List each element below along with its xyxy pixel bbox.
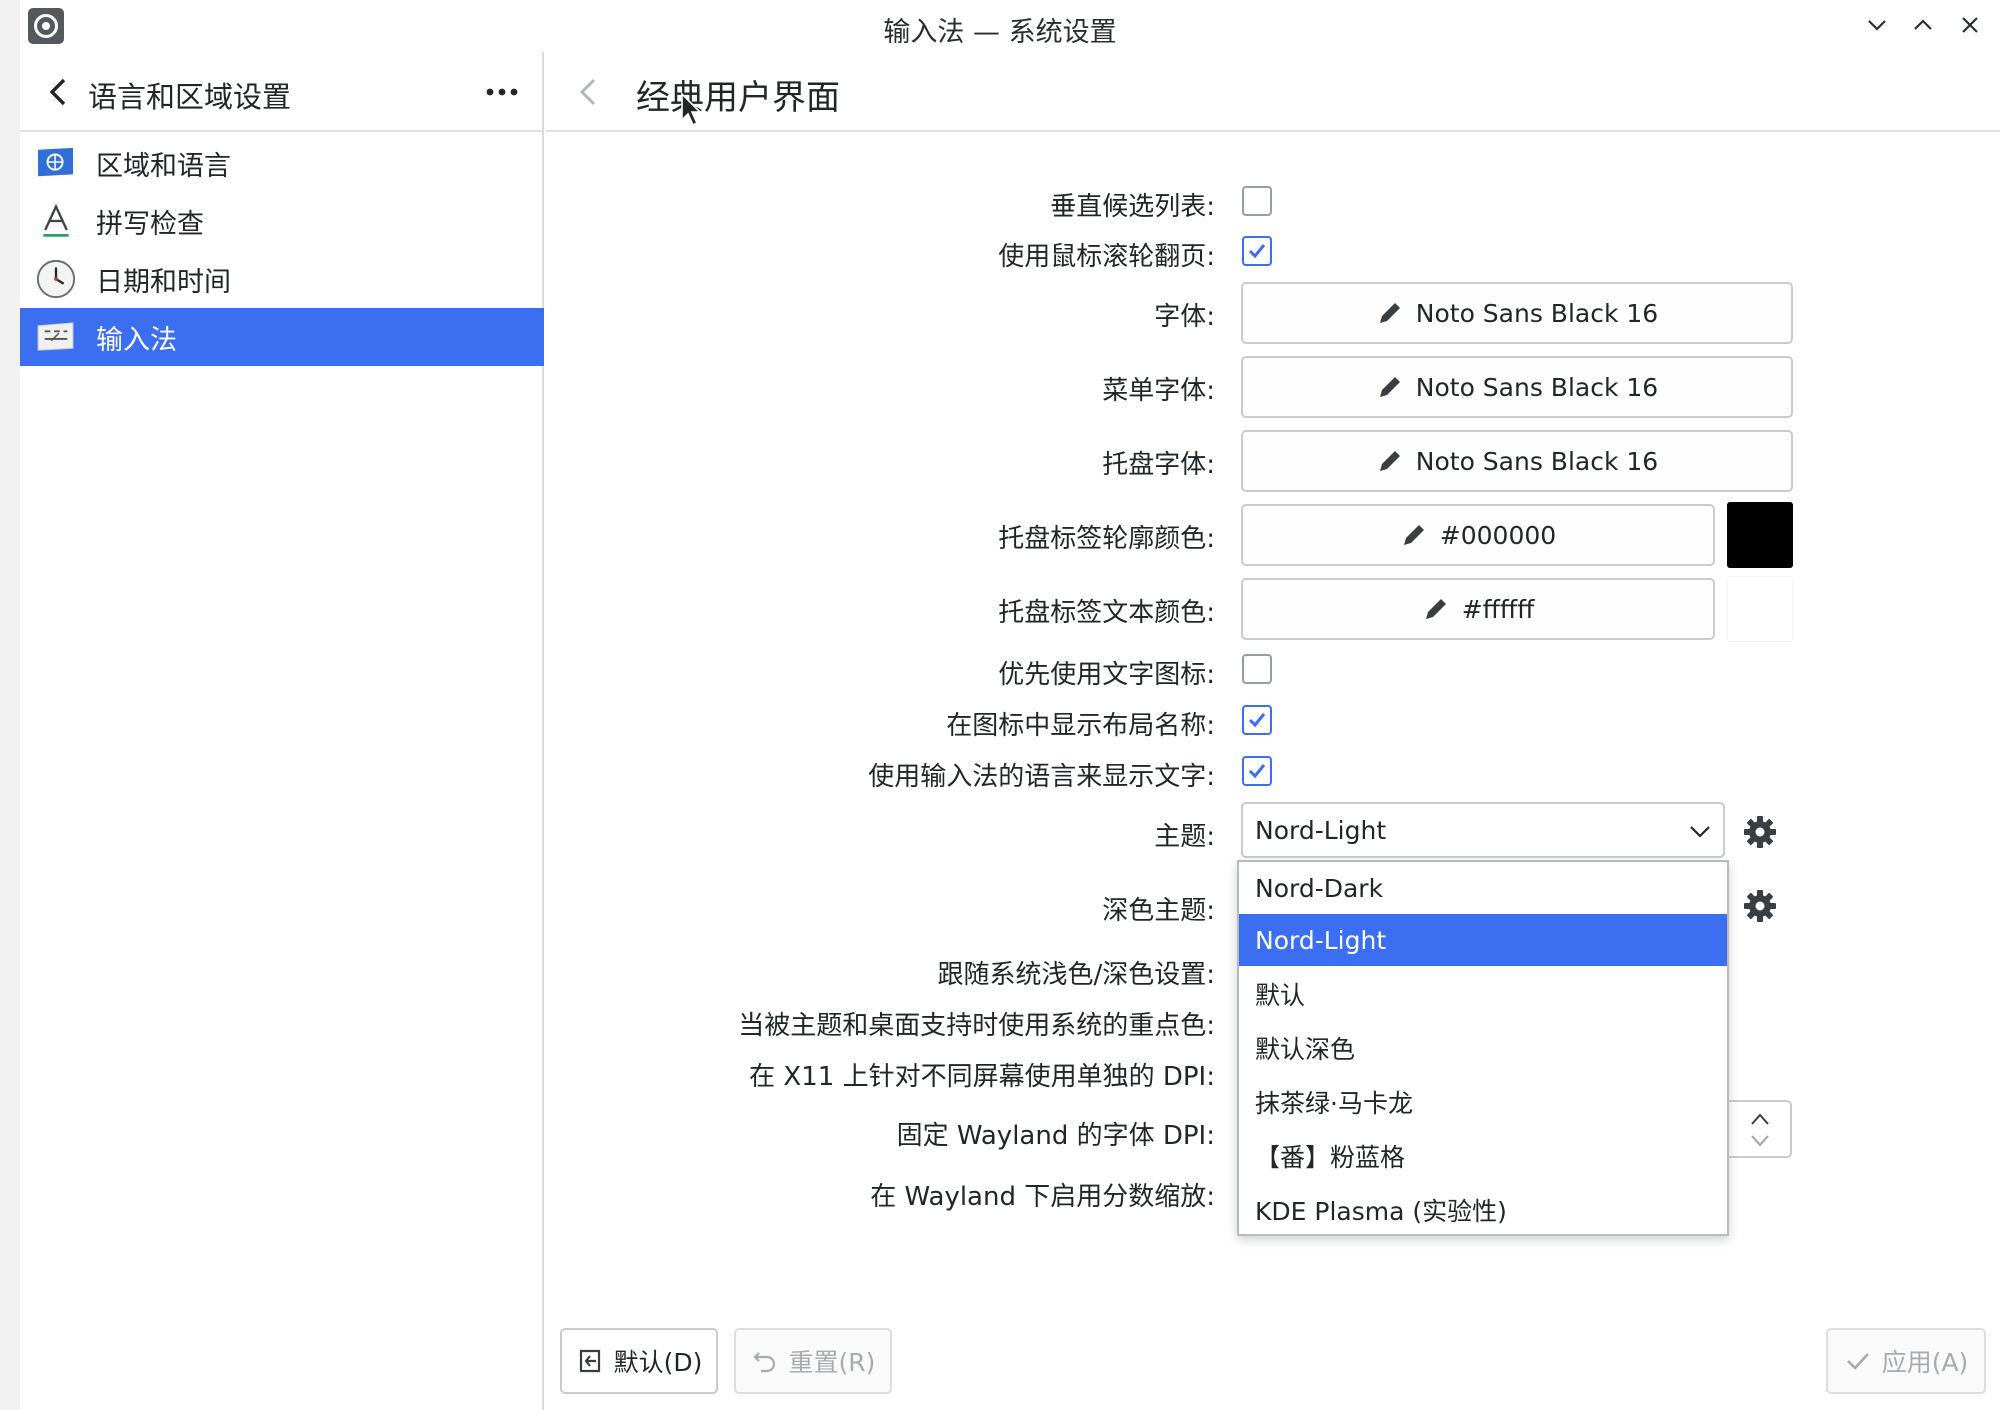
gear-icon[interactable] (1742, 888, 1778, 924)
menu-font-label: 菜单字体: (1102, 376, 1215, 406)
sidebar-item-label: 拼写检查 (96, 208, 204, 240)
pencil-icon (1379, 303, 1400, 323)
use-im-language-checkbox[interactable] (1242, 756, 1272, 786)
defaults-button[interactable]: 默认(D) (560, 1328, 718, 1394)
theme-option[interactable]: KDE Plasma (实验性) (1239, 1184, 1727, 1236)
sidebar-item-date-time[interactable]: 日期和时间 (20, 250, 544, 308)
wheel-page-checkbox[interactable] (1242, 236, 1272, 266)
theme-value: Nord-Light (1255, 815, 1387, 845)
show-layout-name-label: 在图标中显示布局名称: (946, 711, 1215, 741)
spellcheck-icon (34, 201, 78, 241)
show-layout-name-checkbox[interactable] (1242, 705, 1272, 735)
prefer-text-icon-label: 优先使用文字图标: (998, 660, 1215, 690)
theme-option[interactable]: Nord-Dark (1239, 862, 1727, 914)
window-left-edge (0, 0, 20, 1410)
pencil-icon (1425, 599, 1446, 619)
apply-label: 应用(A) (1881, 1348, 1969, 1377)
tray-text-color-label: 托盘标签文本颜色: (998, 598, 1215, 628)
chevron-down-icon (1690, 826, 1710, 838)
main-header: 经典用户界面 (546, 52, 2000, 132)
more-options-icon[interactable] (482, 74, 522, 110)
theme-dropdown-list: Nord-Dark Nord-Light 默认 默认深色 抹茶绿·马卡龙 【番】… (1237, 860, 1729, 1236)
back-arrow-icon[interactable] (42, 72, 74, 112)
gear-icon[interactable] (1742, 814, 1778, 850)
mouse-cursor-icon (681, 92, 702, 127)
spin-up-icon[interactable] (1750, 1112, 1770, 1126)
follow-system-label: 跟随系统浅色/深色设置: (937, 960, 1215, 990)
dark-theme-label: 深色主题: (1102, 896, 1215, 926)
back-arrow-icon[interactable] (574, 72, 600, 112)
page-title: 经典用户界面 (636, 78, 840, 118)
theme-option[interactable]: 抹茶绿·马卡龙 (1239, 1076, 1727, 1128)
sidebar-header: 语言和区域设置 (20, 52, 542, 132)
sidebar-title: 语言和区域设置 (88, 80, 292, 114)
wayland-scale-label: 在 Wayland 下启用分数缩放: (870, 1182, 1215, 1212)
menu-font-value: Noto Sans Black 16 (1415, 372, 1659, 402)
pencil-icon (1403, 525, 1424, 545)
checkmark-icon (1248, 244, 1266, 259)
vertical-list-label: 垂直候选列表: (1050, 192, 1215, 222)
chevron-down-icon (1868, 20, 1886, 31)
tray-outline-color-value: #000000 (1439, 520, 1557, 550)
font-button[interactable]: Noto Sans Black 16 (1241, 282, 1793, 344)
tray-font-label: 托盘字体: (1102, 450, 1215, 480)
theme-select[interactable]: Nord-Light (1241, 802, 1725, 858)
font-label: 字体: (1154, 302, 1215, 332)
tray-font-value: Noto Sans Black 16 (1415, 446, 1659, 476)
x11-dpi-label: 在 X11 上针对不同屏幕使用单独的 DPI: (749, 1062, 1215, 1092)
close-icon (1962, 17, 1978, 33)
sidebar-item-label: 区域和语言 (96, 150, 231, 182)
theme-option[interactable]: 默认 (1239, 968, 1727, 1020)
tray-text-color-button[interactable]: #ffffff (1241, 578, 1715, 640)
window-title: 输入法 — 系统设置 (883, 17, 1117, 48)
close-button[interactable] (1957, 12, 1983, 38)
apply-button[interactable]: 应用(A) (1826, 1328, 1986, 1394)
tray-text-color-value: #ffffff (1461, 594, 1535, 624)
tray-font-button[interactable]: Noto Sans Black 16 (1241, 430, 1793, 492)
chevron-up-icon (1914, 19, 1932, 30)
pencil-icon (1379, 377, 1400, 397)
checkmark-icon (1846, 1353, 1869, 1370)
sidebar-item-spellcheck[interactable]: 拼写检查 (20, 192, 544, 250)
tray-text-color-swatch[interactable] (1727, 576, 1793, 642)
theme-option[interactable]: 【番】粉蓝格 (1239, 1130, 1727, 1182)
checkmark-icon (1248, 764, 1266, 779)
tray-outline-color-swatch[interactable] (1727, 502, 1793, 568)
prefer-text-icon-checkbox[interactable] (1242, 654, 1272, 684)
sidebar-item-region-language[interactable]: 区域和语言 (20, 134, 544, 192)
tray-outline-color-button[interactable]: #000000 (1241, 504, 1715, 566)
spin-down-icon[interactable] (1750, 1134, 1770, 1148)
globe-flag-icon (34, 143, 78, 183)
theme-label: 主题: (1154, 822, 1215, 852)
vertical-list-checkbox[interactable] (1242, 186, 1272, 216)
sidebar-item-label: 输入法 (96, 324, 177, 356)
reset-button[interactable]: 重置(R) (734, 1328, 892, 1394)
undo-icon (752, 1352, 775, 1373)
sidebar-item-label: 日期和时间 (96, 266, 231, 298)
clock-icon (34, 259, 78, 299)
theme-option[interactable]: 默认深色 (1239, 1022, 1727, 1074)
restore-defaults-icon (579, 1349, 600, 1373)
sidebar-item-input-method[interactable]: 输入法 (20, 308, 544, 366)
menu-font-button[interactable]: Noto Sans Black 16 (1241, 356, 1793, 418)
maximize-button[interactable] (1910, 12, 1936, 38)
keyboard-icon (34, 317, 78, 357)
use-im-language-label: 使用输入法的语言来显示文字: (868, 762, 1215, 792)
theme-option-selected[interactable]: Nord-Light (1239, 914, 1727, 966)
wayland-dpi-label: 固定 Wayland 的字体 DPI: (896, 1121, 1215, 1151)
pencil-icon (1379, 451, 1400, 471)
sidebar: 语言和区域设置 区域和语言 拼写检查 日期和时间 输入法 (20, 52, 544, 1410)
tray-outline-color-label: 托盘标签轮廓颜色: (998, 524, 1215, 554)
accent-color-label: 当被主题和桌面支持时使用系统的重点色: (738, 1011, 1215, 1041)
reset-label: 重置(R) (788, 1348, 876, 1377)
font-value: Noto Sans Black 16 (1415, 298, 1659, 328)
checkmark-icon (1248, 713, 1266, 728)
wayland-dpi-spinbox[interactable] (1728, 1100, 1792, 1158)
minimize-button[interactable] (1864, 12, 1890, 38)
defaults-label: 默认(D) (613, 1348, 703, 1377)
wheel-page-label: 使用鼠标滚轮翻页: (998, 242, 1215, 272)
